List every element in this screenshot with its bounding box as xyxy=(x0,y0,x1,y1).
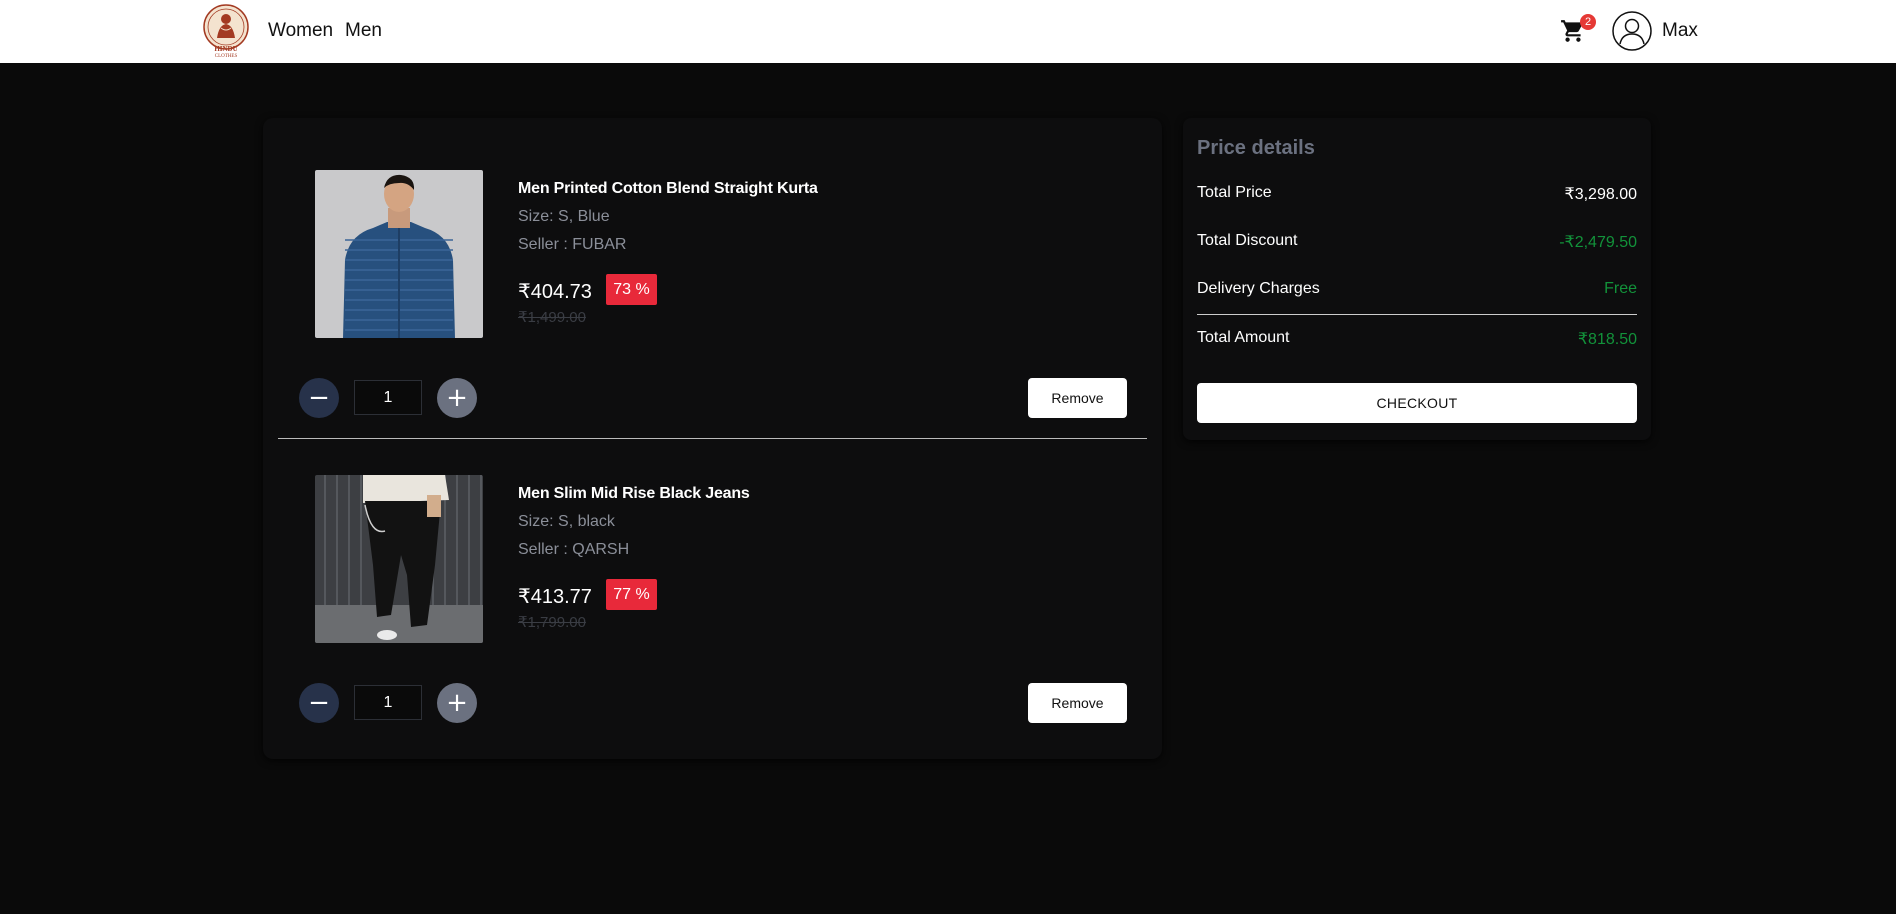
product-seller: Seller : QARSH xyxy=(518,541,630,558)
product-price: ₹404.73 xyxy=(518,281,592,303)
brand-logo[interactable]: HINDU CLOTHES xyxy=(201,4,251,59)
remove-button[interactable]: Remove xyxy=(1028,683,1127,723)
discount-badge: 77 % xyxy=(606,579,657,610)
quantity-input[interactable] xyxy=(354,685,422,720)
total-price-label: Total Price xyxy=(1197,184,1272,201)
total-price-value: ₹3,298.00 xyxy=(1564,186,1637,203)
plus-icon: + xyxy=(446,383,468,413)
price-divider xyxy=(1197,314,1637,315)
increase-quantity-button[interactable]: + xyxy=(437,683,477,723)
plus-icon: + xyxy=(446,688,468,718)
cart-count-badge: 2 xyxy=(1580,14,1596,30)
product-title[interactable]: Men Slim Mid Rise Black Jeans xyxy=(518,485,750,503)
username-label[interactable]: Max xyxy=(1662,20,1698,42)
price-details-title: Price details xyxy=(1197,137,1315,159)
top-navbar: HINDU CLOTHES Women Men 2 Max xyxy=(0,0,1896,63)
original-price: ₹1,799.00 xyxy=(518,614,586,631)
decrease-quantity-button[interactable]: − xyxy=(299,683,339,723)
nav-women[interactable]: Women xyxy=(268,20,333,42)
product-size: Size: S, Blue xyxy=(518,208,610,225)
product-image[interactable] xyxy=(315,475,483,643)
quantity-input[interactable] xyxy=(354,380,422,415)
total-amount-value: ₹818.50 xyxy=(1577,331,1637,348)
product-title[interactable]: Men Printed Cotton Blend Straight Kurta xyxy=(518,180,818,198)
total-discount-value: -₹2,479.50 xyxy=(1559,234,1637,251)
nav-men[interactable]: Men xyxy=(345,20,382,42)
total-amount-label: Total Amount xyxy=(1197,329,1290,346)
user-avatar-icon[interactable] xyxy=(1612,11,1652,51)
svg-text:HINDU: HINDU xyxy=(214,45,237,53)
delivery-charges-value: Free xyxy=(1604,280,1637,297)
checkout-button[interactable]: CHECKOUT xyxy=(1197,383,1637,423)
item-divider xyxy=(278,438,1147,439)
delivery-charges-label: Delivery Charges xyxy=(1197,280,1320,297)
product-image[interactable] xyxy=(315,170,483,338)
product-seller: Seller : FUBAR xyxy=(518,236,627,253)
decrease-quantity-button[interactable]: − xyxy=(299,378,339,418)
minus-icon: − xyxy=(308,688,330,718)
total-discount-label: Total Discount xyxy=(1197,232,1298,249)
original-price: ₹1,499.00 xyxy=(518,309,586,326)
increase-quantity-button[interactable]: + xyxy=(437,378,477,418)
remove-button[interactable]: Remove xyxy=(1028,378,1127,418)
product-size: Size: S, black xyxy=(518,513,615,530)
product-price: ₹413.77 xyxy=(518,586,592,608)
discount-badge: 73 % xyxy=(606,274,657,305)
minus-icon: − xyxy=(308,383,330,413)
svg-text:CLOTHES: CLOTHES xyxy=(215,54,238,58)
